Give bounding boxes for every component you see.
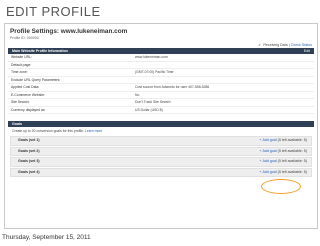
goals-available: (5 left available: 5) <box>277 138 307 142</box>
check-status-link[interactable]: Check Status <box>291 43 312 47</box>
goals-available: (5 left available: 5) <box>277 159 307 163</box>
add-goal-link[interactable]: Add goal <box>262 159 276 163</box>
settings-row: Applied Cost Data: Cost source from Adwor… <box>8 84 314 92</box>
add-goal-link[interactable]: Add goal <box>262 138 276 142</box>
add-goal: +Add goal (5 left available: 5) <box>259 137 307 145</box>
settings-row: Exclude URL Query Parameters: <box>8 77 314 84</box>
edit-link[interactable]: Edit <box>304 48 310 54</box>
settings-row: E-Commerce Website: No <box>8 92 314 99</box>
setting-value: (GMT-07:00) Pacific Time <box>135 70 174 74</box>
goal-set-name: Goals (set 3) <box>18 159 40 163</box>
status-separator: | <box>288 43 290 47</box>
add-goal-link[interactable]: Add goal <box>262 170 276 174</box>
setting-label: Time zone: <box>11 70 28 74</box>
highlight-circle <box>261 179 301 194</box>
goal-set-row: Goals (set 4) +Add goal (5 left availabl… <box>10 167 312 177</box>
analytics-screenshot: Profile Settings: www.lukeneiman.com Pro… <box>4 23 318 229</box>
add-goal: +Add goal (5 left available: 5) <box>259 148 307 156</box>
goals-title: Goals <box>12 122 22 126</box>
add-goal: +Add goal (5 left available: 5) <box>259 169 307 177</box>
settings-table: Website URL: www.lukeneiman.com Default p… <box>8 54 314 114</box>
setting-label: Exclude URL Query Parameters: <box>11 77 61 82</box>
check-icon: ✓ <box>258 43 262 47</box>
add-goal: +Add goal (5 left available: 5) <box>259 158 307 166</box>
goals-note: Create up to 20 conversion goals for thi… <box>5 127 317 135</box>
learn-more-link[interactable]: Learn more <box>85 129 102 133</box>
page-title: Profile Settings: www.lukeneiman.com <box>10 28 128 35</box>
goal-set-name: Goals (set 4) <box>18 169 40 174</box>
profile-id: Profile ID: 000000 <box>10 36 39 40</box>
slide-caption: Thursday, September 15, 2011 <box>2 234 91 241</box>
slide-title: EDIT PROFILE <box>6 4 101 19</box>
setting-label: Website URL: <box>11 55 32 59</box>
settings-row: Website URL: www.lukeneiman.com <box>8 54 314 62</box>
setting-label: Default page: <box>11 62 32 67</box>
setting-value: No <box>135 92 140 97</box>
setting-label: E-Commerce Website: <box>11 92 46 97</box>
goal-set-row: Goals (set 3) +Add goal (5 left availabl… <box>10 157 312 167</box>
goals-note-text: Create up to 20 conversion goals for thi… <box>12 129 84 133</box>
profile-header: Profile Settings: www.lukeneiman.com Pro… <box>5 24 317 42</box>
status-text: Receiving Data <box>263 43 288 47</box>
add-goal-link[interactable]: Add goal <box>262 149 276 153</box>
goal-set-name: Goals (set 1) <box>18 138 40 142</box>
settings-row: Currency displayed as: US Dollar (USD $) <box>8 107 314 114</box>
goals-available: (5 left available: 5) <box>277 148 307 153</box>
setting-label: Currency displayed as: <box>11 107 46 112</box>
setting-value: US Dollar (USD $) <box>135 107 163 112</box>
goal-set-name: Goals (set 2) <box>18 148 40 153</box>
goal-set-row: Goals (set 2) +Add goal (5 left availabl… <box>10 146 312 156</box>
settings-row: Time zone: (GMT-07:00) Pacific Time <box>8 69 314 77</box>
setting-value: Don't Track Site Search <box>135 100 171 104</box>
settings-row: Default page: <box>8 62 314 69</box>
settings-row: Site Search: Don't Track Site Search <box>8 99 314 107</box>
setting-label: Applied Cost Data: <box>11 85 40 89</box>
setting-value: Cost source from Adwords for user 407-55… <box>135 85 210 89</box>
setting-label: Site Search: <box>11 100 30 104</box>
setting-value: www.lukeneiman.com <box>135 55 168 59</box>
goal-set-row: Goals (set 1) +Add goal (5 left availabl… <box>10 136 312 146</box>
goals-available: (5 left available: 5) <box>277 169 307 174</box>
